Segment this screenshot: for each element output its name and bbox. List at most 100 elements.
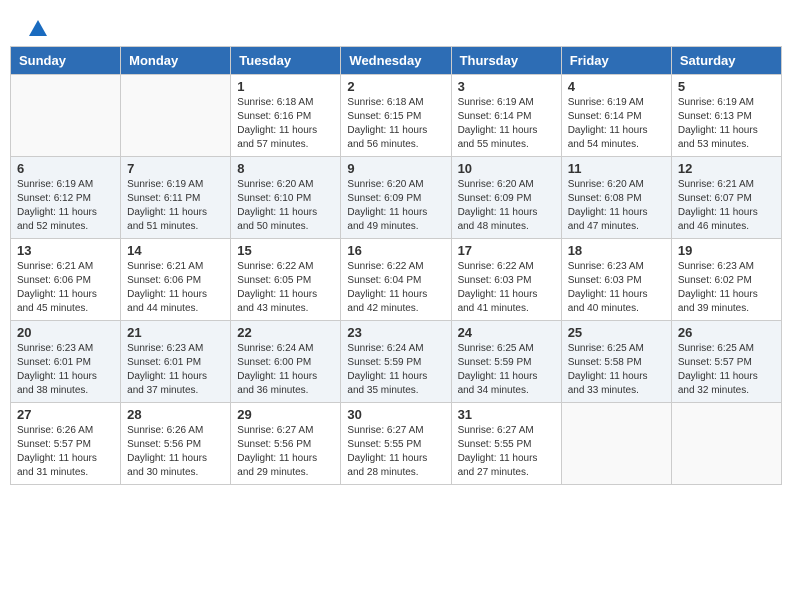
weekday-header: Wednesday <box>341 47 451 75</box>
day-number: 19 <box>678 243 775 258</box>
calendar-cell: 1 Sunrise: 6:18 AM Sunset: 6:16 PM Daylig… <box>231 75 341 157</box>
day-number: 18 <box>568 243 665 258</box>
calendar-cell: 9 Sunrise: 6:20 AM Sunset: 6:09 PM Daylig… <box>341 157 451 239</box>
day-info: Sunrise: 6:26 AM Sunset: 5:57 PM Dayligh… <box>17 424 114 480</box>
day-number: 13 <box>17 243 114 258</box>
day-info: Sunrise: 6:27 AM Sunset: 5:55 PM Dayligh… <box>458 424 555 480</box>
weekday-header: Thursday <box>451 47 561 75</box>
page-header <box>10 10 782 41</box>
calendar-cell <box>671 403 781 485</box>
day-number: 29 <box>237 407 334 422</box>
calendar-cell: 11 Sunrise: 6:20 AM Sunset: 6:08 PM Dayli… <box>561 157 671 239</box>
day-info: Sunrise: 6:20 AM Sunset: 6:09 PM Dayligh… <box>458 178 555 234</box>
day-number: 25 <box>568 325 665 340</box>
day-number: 24 <box>458 325 555 340</box>
day-info: Sunrise: 6:27 AM Sunset: 5:55 PM Dayligh… <box>347 424 444 480</box>
day-info: Sunrise: 6:21 AM Sunset: 6:06 PM Dayligh… <box>17 260 114 316</box>
calendar-cell: 30 Sunrise: 6:27 AM Sunset: 5:55 PM Dayli… <box>341 403 451 485</box>
day-number: 17 <box>458 243 555 258</box>
calendar-cell: 10 Sunrise: 6:20 AM Sunset: 6:09 PM Dayli… <box>451 157 561 239</box>
day-info: Sunrise: 6:25 AM Sunset: 5:58 PM Dayligh… <box>568 342 665 398</box>
day-number: 6 <box>17 161 114 176</box>
calendar-cell: 22 Sunrise: 6:24 AM Sunset: 6:00 PM Dayli… <box>231 321 341 403</box>
day-info: Sunrise: 6:19 AM Sunset: 6:14 PM Dayligh… <box>458 96 555 152</box>
logo-icon <box>27 18 49 40</box>
calendar-cell: 16 Sunrise: 6:22 AM Sunset: 6:04 PM Dayli… <box>341 239 451 321</box>
calendar-cell <box>121 75 231 157</box>
calendar-cell: 26 Sunrise: 6:25 AM Sunset: 5:57 PM Dayli… <box>671 321 781 403</box>
calendar-cell <box>561 403 671 485</box>
calendar-cell: 19Sunrise: 6:23 AM Sunset: 6:02 PM Dayli… <box>671 239 781 321</box>
day-info: Sunrise: 6:24 AM Sunset: 6:00 PM Dayligh… <box>237 342 334 398</box>
day-info: Sunrise: 6:19 AM Sunset: 6:12 PM Dayligh… <box>17 178 114 234</box>
calendar-cell: 31 Sunrise: 6:27 AM Sunset: 5:55 PM Dayli… <box>451 403 561 485</box>
calendar-cell: 3Sunrise: 6:19 AM Sunset: 6:14 PM Daylig… <box>451 75 561 157</box>
day-info: Sunrise: 6:18 AM Sunset: 6:16 PM Dayligh… <box>237 96 334 152</box>
calendar-cell: 28 Sunrise: 6:26 AM Sunset: 5:56 PM Dayli… <box>121 403 231 485</box>
day-number: 28 <box>127 407 224 422</box>
day-info: Sunrise: 6:22 AM Sunset: 6:03 PM Dayligh… <box>458 260 555 316</box>
weekday-header: Tuesday <box>231 47 341 75</box>
day-info: Sunrise: 6:20 AM Sunset: 6:08 PM Dayligh… <box>568 178 665 234</box>
calendar-cell: 17 Sunrise: 6:22 AM Sunset: 6:03 PM Dayli… <box>451 239 561 321</box>
day-number: 16 <box>347 243 444 258</box>
day-info: Sunrise: 6:21 AM Sunset: 6:07 PM Dayligh… <box>678 178 775 234</box>
day-number: 30 <box>347 407 444 422</box>
calendar-cell: 14 Sunrise: 6:21 AM Sunset: 6:06 PM Dayli… <box>121 239 231 321</box>
calendar-cell: 24 Sunrise: 6:25 AM Sunset: 5:59 PM Dayli… <box>451 321 561 403</box>
day-number: 21 <box>127 325 224 340</box>
day-info: Sunrise: 6:21 AM Sunset: 6:06 PM Dayligh… <box>127 260 224 316</box>
calendar-table: SundayMondayTuesdayWednesdayThursdayFrid… <box>10 46 782 485</box>
day-info: Sunrise: 6:27 AM Sunset: 5:56 PM Dayligh… <box>237 424 334 480</box>
calendar-cell: 7 Sunrise: 6:19 AM Sunset: 6:11 PM Daylig… <box>121 157 231 239</box>
day-number: 11 <box>568 161 665 176</box>
calendar-cell: 5 Sunrise: 6:19 AM Sunset: 6:13 PM Daylig… <box>671 75 781 157</box>
day-number: 31 <box>458 407 555 422</box>
calendar-week-row: 13 Sunrise: 6:21 AM Sunset: 6:06 PM Dayli… <box>11 239 782 321</box>
calendar-week-row: 27 Sunrise: 6:26 AM Sunset: 5:57 PM Dayli… <box>11 403 782 485</box>
calendar-header-row: SundayMondayTuesdayWednesdayThursdayFrid… <box>11 47 782 75</box>
day-info: Sunrise: 6:23 AM Sunset: 6:01 PM Dayligh… <box>127 342 224 398</box>
calendar-cell: 27 Sunrise: 6:26 AM Sunset: 5:57 PM Dayli… <box>11 403 121 485</box>
day-number: 5 <box>678 79 775 94</box>
calendar-cell: 20 Sunrise: 6:23 AM Sunset: 6:01 PM Dayli… <box>11 321 121 403</box>
day-info: Sunrise: 6:23 AM Sunset: 6:01 PM Dayligh… <box>17 342 114 398</box>
day-info: Sunrise: 6:18 AM Sunset: 6:15 PM Dayligh… <box>347 96 444 152</box>
day-number: 20 <box>17 325 114 340</box>
day-number: 14 <box>127 243 224 258</box>
logo <box>25 20 49 36</box>
day-number: 12 <box>678 161 775 176</box>
day-number: 10 <box>458 161 555 176</box>
calendar-cell <box>11 75 121 157</box>
day-info: Sunrise: 6:19 AM Sunset: 6:11 PM Dayligh… <box>127 178 224 234</box>
day-info: Sunrise: 6:22 AM Sunset: 6:04 PM Dayligh… <box>347 260 444 316</box>
day-info: Sunrise: 6:26 AM Sunset: 5:56 PM Dayligh… <box>127 424 224 480</box>
day-info: Sunrise: 6:23 AM Sunset: 6:03 PM Dayligh… <box>568 260 665 316</box>
calendar-week-row: 6 Sunrise: 6:19 AM Sunset: 6:12 PM Daylig… <box>11 157 782 239</box>
calendar-week-row: 20 Sunrise: 6:23 AM Sunset: 6:01 PM Dayli… <box>11 321 782 403</box>
day-number: 15 <box>237 243 334 258</box>
day-number: 7 <box>127 161 224 176</box>
day-number: 2 <box>347 79 444 94</box>
day-number: 22 <box>237 325 334 340</box>
day-number: 1 <box>237 79 334 94</box>
day-number: 26 <box>678 325 775 340</box>
calendar-cell: 29 Sunrise: 6:27 AM Sunset: 5:56 PM Dayli… <box>231 403 341 485</box>
day-info: Sunrise: 6:24 AM Sunset: 5:59 PM Dayligh… <box>347 342 444 398</box>
calendar-cell: 23 Sunrise: 6:24 AM Sunset: 5:59 PM Dayli… <box>341 321 451 403</box>
day-info: Sunrise: 6:19 AM Sunset: 6:13 PM Dayligh… <box>678 96 775 152</box>
calendar-cell: 13 Sunrise: 6:21 AM Sunset: 6:06 PM Dayli… <box>11 239 121 321</box>
day-number: 9 <box>347 161 444 176</box>
calendar-cell: 8Sunrise: 6:20 AM Sunset: 6:10 PM Daylig… <box>231 157 341 239</box>
day-number: 27 <box>17 407 114 422</box>
day-info: Sunrise: 6:20 AM Sunset: 6:09 PM Dayligh… <box>347 178 444 234</box>
day-number: 4 <box>568 79 665 94</box>
calendar-week-row: 1 Sunrise: 6:18 AM Sunset: 6:16 PM Daylig… <box>11 75 782 157</box>
day-number: 23 <box>347 325 444 340</box>
weekday-header: Saturday <box>671 47 781 75</box>
day-info: Sunrise: 6:25 AM Sunset: 5:57 PM Dayligh… <box>678 342 775 398</box>
weekday-header: Sunday <box>11 47 121 75</box>
day-number: 8 <box>237 161 334 176</box>
weekday-header: Monday <box>121 47 231 75</box>
day-info: Sunrise: 6:25 AM Sunset: 5:59 PM Dayligh… <box>458 342 555 398</box>
